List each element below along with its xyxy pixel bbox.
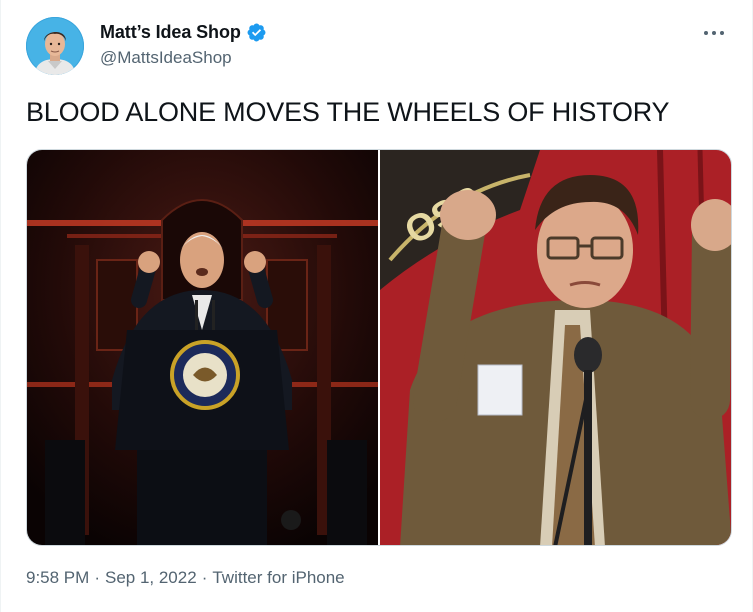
more-options-icon <box>704 31 724 35</box>
tweet-media: OSS <box>26 149 732 546</box>
author-name-row[interactable]: Matt’s Idea Shop <box>100 22 267 43</box>
photo-right[interactable]: OSS <box>380 150 731 545</box>
tweet-date[interactable]: Sep 1, 2022 <box>105 568 197 588</box>
tweet-time[interactable]: 9:58 PM <box>26 568 89 588</box>
avatar[interactable] <box>26 17 84 75</box>
tweet-card: Matt’s Idea Shop @MattsIdeaShop BLOOD AL… <box>0 0 753 612</box>
avatar-photo <box>26 17 84 75</box>
author-display-name[interactable]: Matt’s Idea Shop <box>100 22 241 43</box>
more-options-button[interactable] <box>700 22 728 44</box>
tweet-source[interactable]: Twitter for iPhone <box>212 568 344 588</box>
author-handle[interactable]: @MattsIdeaShop <box>100 48 232 68</box>
meta-separator: · <box>94 568 100 587</box>
tweet-text: BLOOD ALONE MOVES THE WHEELS OF HISTORY <box>26 97 670 127</box>
speaker-at-podium-photo <box>27 150 378 545</box>
man-fists-raised-photo: OSS <box>380 150 731 545</box>
meta-separator: · <box>201 568 208 587</box>
photo-left[interactable] <box>27 150 378 545</box>
verified-badge-icon <box>246 22 267 43</box>
tweet-meta: 9:58 PM · Sep 1, 2022 · Twitter for iPho… <box>26 568 345 588</box>
